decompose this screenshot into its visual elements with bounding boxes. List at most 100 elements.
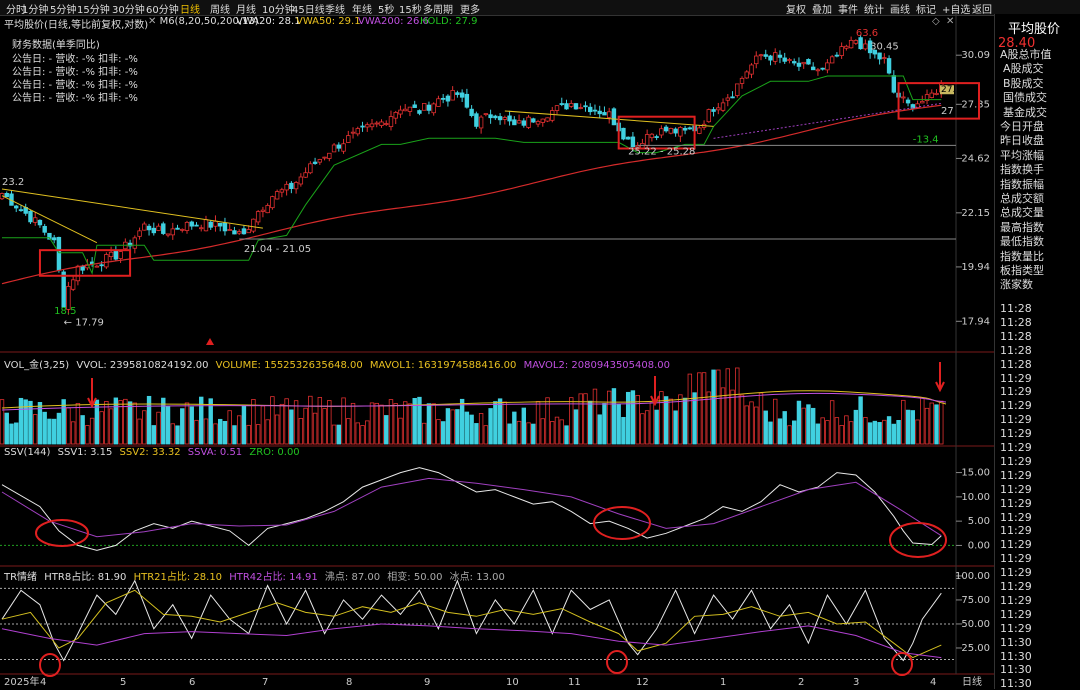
candle bbox=[175, 227, 180, 230]
vwa200-line bbox=[1, 104, 942, 285]
candle bbox=[682, 127, 688, 131]
candle bbox=[70, 279, 76, 290]
volume-bar bbox=[625, 391, 631, 445]
volume-bar bbox=[222, 421, 228, 445]
candle bbox=[773, 52, 778, 62]
candle bbox=[478, 116, 484, 129]
volume-bar bbox=[365, 420, 370, 445]
candle bbox=[227, 229, 232, 231]
volume-bar bbox=[184, 402, 190, 445]
candle bbox=[602, 112, 607, 116]
volume-bar bbox=[773, 398, 778, 445]
volume-bar bbox=[104, 401, 109, 445]
y-tick-label: 25.00 bbox=[961, 643, 990, 654]
volume-bar bbox=[137, 418, 142, 445]
candle bbox=[820, 67, 825, 70]
candle bbox=[754, 55, 759, 65]
candle bbox=[312, 161, 318, 164]
candle bbox=[929, 92, 934, 98]
candle bbox=[142, 223, 147, 231]
volume-bar bbox=[469, 414, 474, 445]
volume-bar bbox=[796, 400, 802, 445]
volume-bar bbox=[905, 409, 911, 445]
volume-bar bbox=[583, 393, 588, 445]
volume-bar bbox=[455, 409, 460, 445]
candle bbox=[308, 163, 313, 174]
candle bbox=[279, 189, 285, 193]
volume-bar bbox=[526, 422, 531, 445]
stock-chart[interactable]: 30.09 27.35 24.62 22.15 19.94 17.94 23.2 18.5← … bbox=[0, 0, 1080, 689]
volume-bar bbox=[663, 396, 669, 445]
volume-bar bbox=[407, 403, 413, 445]
volume-bar bbox=[493, 401, 498, 445]
candle bbox=[535, 121, 541, 125]
mavol2-line bbox=[1, 392, 947, 411]
volume-bar bbox=[293, 400, 299, 445]
candle bbox=[436, 98, 441, 107]
candle bbox=[331, 144, 337, 153]
candle bbox=[255, 211, 261, 223]
volume-bar bbox=[151, 425, 156, 445]
candle bbox=[165, 233, 171, 236]
volume-bar bbox=[279, 403, 285, 445]
candle bbox=[132, 237, 138, 249]
volume-bar bbox=[403, 401, 408, 445]
volume-bar bbox=[716, 369, 721, 445]
y-tick-label: 10.00 bbox=[961, 492, 990, 503]
y-tick-label: 30.09 bbox=[961, 50, 990, 61]
x-tick-label: 8 bbox=[346, 677, 352, 688]
candle bbox=[51, 237, 57, 241]
candle bbox=[469, 108, 474, 116]
volume-bar bbox=[312, 412, 318, 445]
highlight-ellipse bbox=[39, 653, 61, 677]
candle bbox=[232, 230, 237, 235]
volume-bar bbox=[777, 418, 783, 445]
candle bbox=[113, 250, 119, 260]
candle bbox=[697, 127, 702, 134]
candle bbox=[934, 92, 939, 95]
candle bbox=[322, 156, 327, 159]
candle bbox=[493, 115, 498, 119]
volume-bar bbox=[331, 424, 337, 445]
volume-bar bbox=[668, 398, 674, 445]
volume-bar bbox=[132, 402, 138, 445]
volume-bar bbox=[56, 412, 62, 445]
candle bbox=[56, 236, 62, 271]
volume-bar bbox=[749, 401, 754, 445]
candle bbox=[758, 54, 764, 57]
candle bbox=[284, 183, 289, 191]
volume-bar bbox=[725, 368, 730, 445]
candle bbox=[848, 39, 854, 49]
candle bbox=[336, 144, 342, 149]
candle bbox=[739, 77, 745, 84]
x-tick-label: 11 bbox=[568, 677, 581, 688]
candle bbox=[725, 97, 730, 101]
volume-bar bbox=[521, 407, 527, 445]
volume-bar bbox=[934, 404, 939, 445]
candle bbox=[393, 112, 398, 119]
candle bbox=[270, 196, 275, 209]
candle bbox=[839, 46, 844, 56]
candle bbox=[564, 103, 569, 110]
candle bbox=[274, 191, 280, 200]
volume-bar bbox=[829, 400, 835, 445]
volume-bar bbox=[550, 421, 555, 445]
highlight-box bbox=[617, 115, 696, 150]
price-label: 30.45 bbox=[870, 41, 899, 52]
volume-bar bbox=[815, 423, 821, 445]
volume-bar bbox=[507, 423, 512, 445]
candle bbox=[151, 227, 156, 234]
candle bbox=[569, 103, 574, 107]
volume-bar bbox=[66, 407, 71, 445]
candle bbox=[199, 227, 204, 230]
volume-bar bbox=[336, 424, 342, 445]
volume-bar bbox=[910, 410, 915, 445]
volume-bar bbox=[398, 417, 403, 445]
x-tick-label: 3 bbox=[853, 677, 859, 688]
volume-bar bbox=[421, 422, 427, 445]
volume-bar bbox=[768, 421, 773, 445]
y-tick-label: 0.00 bbox=[968, 540, 990, 551]
x-tick-label: 9 bbox=[424, 677, 430, 688]
candle bbox=[403, 108, 408, 112]
candle bbox=[905, 99, 911, 104]
